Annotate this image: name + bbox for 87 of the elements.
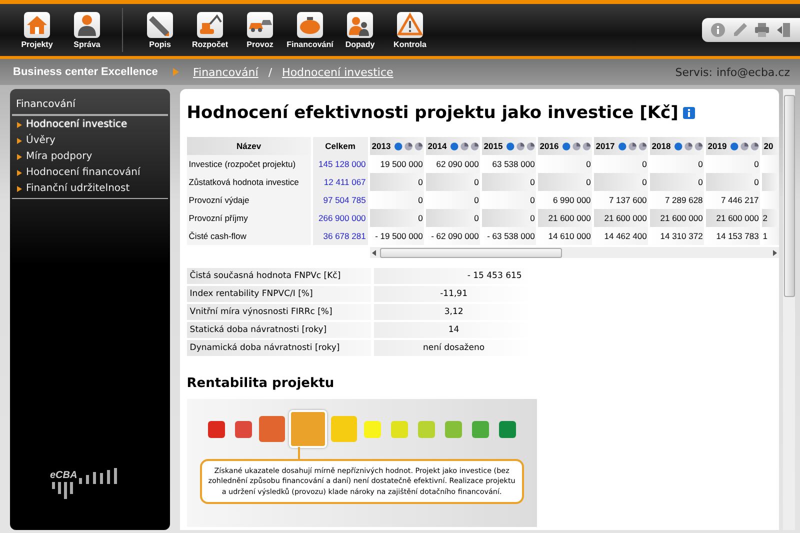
total-cell[interactable]: 145 128 000	[312, 155, 368, 173]
sidebar-item[interactable]: Míra podpory	[10, 148, 170, 164]
project-name: Business center Excellence	[13, 66, 159, 78]
bullet-icon	[17, 138, 22, 144]
service-email[interactable]: info@ecba.cz	[716, 66, 790, 78]
table-cell: 21 600 000	[706, 209, 760, 227]
chart-icons[interactable]	[562, 142, 591, 150]
row-label: Provozní výdaje	[186, 191, 311, 209]
table-cell: 0	[426, 209, 480, 227]
table-cell: 0	[426, 173, 480, 191]
year-label: 2017	[596, 141, 615, 151]
bullet-icon	[17, 170, 22, 176]
breadcrumb-link[interactable]: Hodnocení investice	[282, 66, 394, 78]
total-cell[interactable]: 266 900 000	[312, 209, 368, 227]
indicator-label: Vnitřní míra výnosnosti FIRRc [%]	[186, 304, 371, 320]
indicator-label: Statická doba návratnosti [roky]	[186, 322, 371, 338]
row-label: Zůstatková hodnota investice	[186, 173, 311, 191]
chart-icons[interactable]	[450, 142, 479, 150]
year-label: 2016	[540, 141, 559, 151]
bullet-icon	[17, 154, 22, 160]
table-cell: 21 600 000	[538, 209, 592, 227]
table-cell: 21 600 000	[650, 209, 704, 227]
table-cell: 1	[762, 227, 779, 245]
horizontal-scrollbar[interactable]	[370, 247, 779, 258]
table-cell: 2	[762, 209, 779, 227]
chart-icons[interactable]	[506, 142, 535, 150]
total-cell[interactable]: 36 678 281	[312, 227, 368, 245]
chart-icons[interactable]	[730, 142, 759, 150]
sidebar-item[interactable]: Úvěry	[10, 132, 170, 148]
indicator-label: Index rentability FNPVC/I [%]	[186, 286, 371, 302]
table-cell	[762, 173, 779, 191]
year-label: 2015	[484, 141, 503, 151]
table-cell: 0	[538, 173, 592, 191]
pen-icon[interactable]	[732, 22, 748, 38]
info-icon[interactable]	[710, 22, 726, 38]
nav-button[interactable]: Dopady	[337, 12, 383, 48]
sidebar-heading: Financování	[12, 97, 168, 116]
table-cell: 0	[370, 173, 424, 191]
column-header: Název	[186, 137, 311, 155]
chart-icons[interactable]	[394, 142, 423, 150]
printer-icon[interactable]	[754, 22, 770, 38]
indicator-label: Dynamická doba návratnosti [roky]	[186, 340, 371, 356]
breadcrumb-link[interactable]: Financování	[193, 66, 258, 78]
year-label: 2014	[428, 141, 447, 151]
info-icon[interactable]	[683, 107, 696, 119]
row-label: Čisté cash-flow	[186, 227, 311, 245]
year-label: 2013	[372, 141, 391, 151]
sidebar-item[interactable]: Hodnocení financování	[10, 164, 170, 180]
bullet-icon	[17, 122, 22, 128]
year-label: 20	[764, 141, 774, 151]
sidebar-item[interactable]: Finanční udržitelnost	[10, 180, 170, 196]
indicator-label: Čistá současná hodnota FNPVc [Kč]	[186, 268, 371, 284]
nav-button[interactable]: Popis	[137, 12, 183, 48]
section-heading: Rentabilita projektu	[186, 376, 336, 391]
sidebar-item[interactable]: Hodnocení investice	[10, 116, 170, 132]
warning-icon	[397, 12, 423, 38]
year-label: 2018	[652, 141, 671, 151]
nav-button[interactable]: Rozpočet	[187, 12, 233, 48]
exit-icon[interactable]	[776, 22, 792, 38]
table-cell: 0	[482, 209, 536, 227]
column-header: Celkem	[312, 137, 368, 155]
table-cell: 0	[594, 173, 648, 191]
logo-bars-icon	[50, 482, 76, 500]
table-cell: 21 600 000	[594, 209, 648, 227]
table-cell: 0	[706, 173, 760, 191]
chart-icons[interactable]	[618, 142, 647, 150]
year-label: 2019	[708, 141, 727, 151]
breadcrumb-separator: /	[268, 66, 272, 78]
nav-button[interactable]: Financování	[287, 12, 333, 48]
total-cell[interactable]: 12 411 067	[312, 173, 368, 191]
table-cell: 0	[482, 173, 536, 191]
page-title: Hodnocení efektivnosti projektu jako investice [Kč]	[186, 103, 678, 123]
arrow-icon	[173, 68, 179, 76]
nav-button[interactable]: Projekty	[14, 12, 60, 48]
vertical-scrollbar[interactable]	[783, 89, 795, 530]
table-cell: 0	[650, 173, 704, 191]
bullet-icon	[17, 186, 22, 192]
service-label: Servis:	[675, 66, 712, 78]
logo-text: eCBA	[50, 470, 78, 482]
table-cell: 0	[370, 209, 424, 227]
total-cell[interactable]: 97 504 785	[312, 191, 368, 209]
row-label: Provozní příjmy	[186, 209, 311, 227]
row-label: Investice (rozpočet projektu)	[186, 155, 311, 173]
nav-button[interactable]: Kontrola	[387, 12, 433, 48]
chart-icons[interactable]	[674, 142, 703, 150]
nav-button[interactable]: Správa	[64, 12, 110, 48]
nav-button[interactable]: Provoz	[237, 12, 283, 48]
